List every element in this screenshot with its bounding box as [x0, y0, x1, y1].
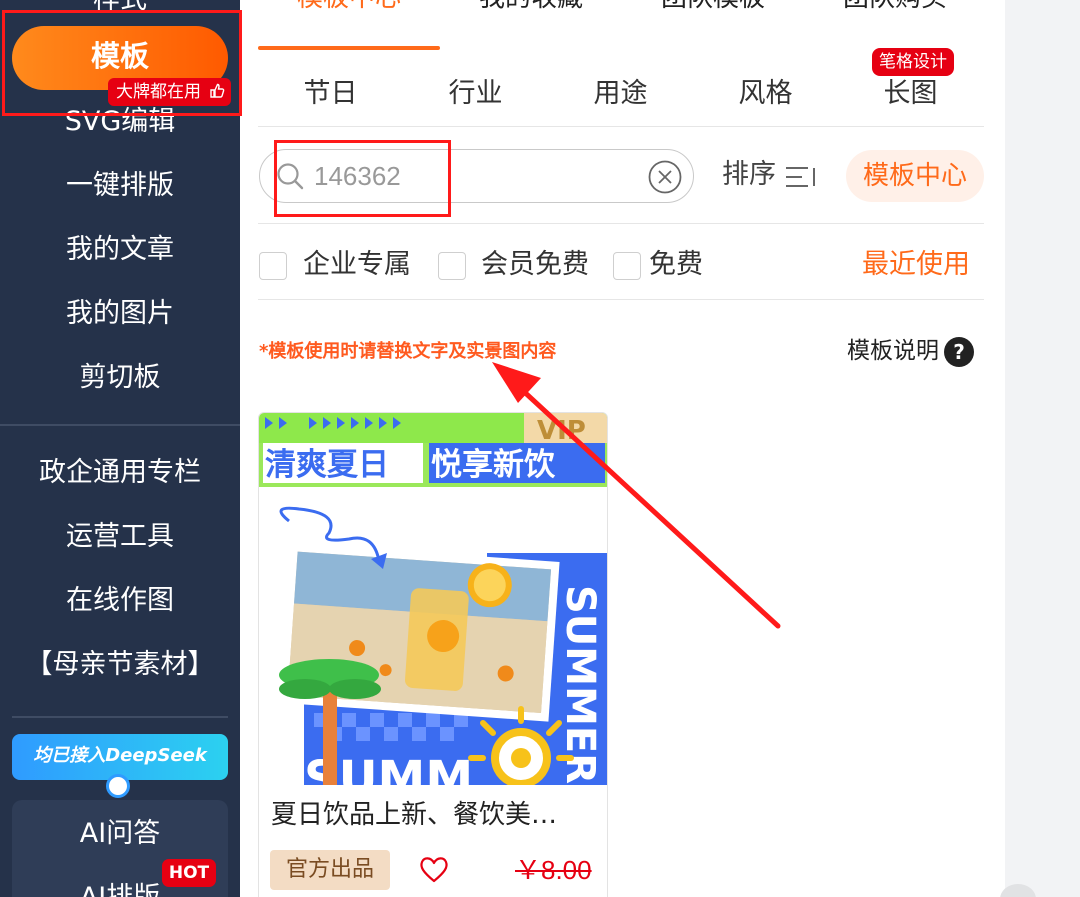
- sidebar-item-my-articles[interactable]: 我的文章: [0, 232, 240, 268]
- enterprise-label[interactable]: 企业专属: [303, 246, 411, 284]
- deepseek-banner[interactable]: 均已接入DeepSeek: [12, 734, 228, 780]
- tab-festival[interactable]: 节日: [258, 76, 403, 112]
- category-tabs: 节日 行业 用途 风格 长图: [258, 76, 984, 116]
- clear-icon[interactable]: [648, 160, 682, 194]
- side-summer-text: SUMMER: [557, 585, 603, 784]
- template-explain-link[interactable]: 模板说明: [847, 336, 939, 366]
- highlight-box-template: [2, 10, 242, 116]
- divider: [258, 126, 984, 127]
- sidebar-item-my-images[interactable]: 我的图片: [0, 296, 240, 332]
- sidebar-item-one-click-layout[interactable]: 一键排版: [0, 168, 240, 204]
- heart-icon[interactable]: [419, 855, 449, 883]
- enterprise-checkbox[interactable]: [259, 252, 287, 280]
- right-gutter: [1005, 0, 1080, 897]
- free-label[interactable]: 免费: [649, 246, 703, 284]
- tab-industry[interactable]: 行业: [403, 76, 548, 112]
- sidebar-item-ai-layout[interactable]: AI排版: [12, 880, 228, 897]
- template-card[interactable]: 清爽夏日 悦享新饮 VIP SUMMER SUMM 夏日饮品上新、餐饮美… 官方…: [258, 412, 608, 897]
- sidebar-item-gov-column[interactable]: 政企通用专栏: [0, 455, 240, 491]
- tab-usage[interactable]: 用途: [548, 76, 693, 112]
- sidebar: 样式 模板 SVG编辑 一键排版 我的文章 我的图片 剪切板 政企通用专栏 运营…: [0, 0, 240, 897]
- sort-button[interactable]: 排序: [722, 157, 776, 193]
- template-thumbnail[interactable]: 清爽夏日 悦享新饮 VIP SUMMER SUMM: [259, 413, 608, 785]
- template-center-button[interactable]: 模板中心: [846, 150, 984, 202]
- sort-icon[interactable]: [786, 166, 816, 188]
- top-tabs: 模板中心 我的收藏 团队模板 团队购买: [258, 0, 984, 50]
- tab-style[interactable]: 风格: [693, 76, 838, 112]
- sidebar-item-ai-qa[interactable]: AI问答: [12, 816, 228, 852]
- tab-template-center[interactable]: 模板中心: [258, 0, 440, 16]
- vip-tag: VIP: [537, 416, 586, 446]
- sidebar-divider: [0, 424, 240, 426]
- official-tag: 官方出品: [270, 850, 390, 890]
- tab-my-favorites[interactable]: 我的收藏: [440, 0, 622, 16]
- price: ￥8.00: [515, 855, 592, 885]
- sidebar-item-ops-tools[interactable]: 运营工具: [0, 519, 240, 555]
- free-checkbox[interactable]: [613, 252, 641, 280]
- member-free-checkbox[interactable]: [438, 252, 466, 280]
- tab-team-templates[interactable]: 团队模板: [622, 0, 804, 16]
- sidebar-divider: [12, 716, 228, 718]
- help-icon[interactable]: ?: [944, 337, 974, 367]
- member-free-label[interactable]: 会员免费: [481, 246, 589, 284]
- tab-team-purchase[interactable]: 团队购买: [804, 0, 986, 16]
- deepseek-whale-icon: [106, 774, 130, 798]
- highlight-box-search: [274, 140, 451, 217]
- banner-left-text: 清爽夏日: [265, 447, 389, 483]
- template-title[interactable]: 夏日饮品上新、餐饮美…: [271, 797, 601, 833]
- sidebar-item-mothers-day[interactable]: 【母亲节素材】: [0, 647, 240, 683]
- ai-section: AI问答 HOT AI排版: [12, 800, 228, 897]
- recently-used-link[interactable]: 最近使用: [862, 246, 970, 284]
- divider: [258, 223, 984, 224]
- tab-long-image[interactable]: 长图: [838, 76, 983, 112]
- sidebar-item-online-drawing[interactable]: 在线作图: [0, 583, 240, 619]
- divider: [258, 299, 984, 300]
- designer-badge: 笔格设计: [872, 48, 954, 76]
- active-tab-indicator: [258, 46, 440, 50]
- banner-right-text: 悦享新饮: [431, 447, 556, 483]
- usage-notice: *模板使用时请替换文字及实景图内容: [259, 341, 557, 362]
- sidebar-item-clipboard[interactable]: 剪切板: [0, 360, 240, 396]
